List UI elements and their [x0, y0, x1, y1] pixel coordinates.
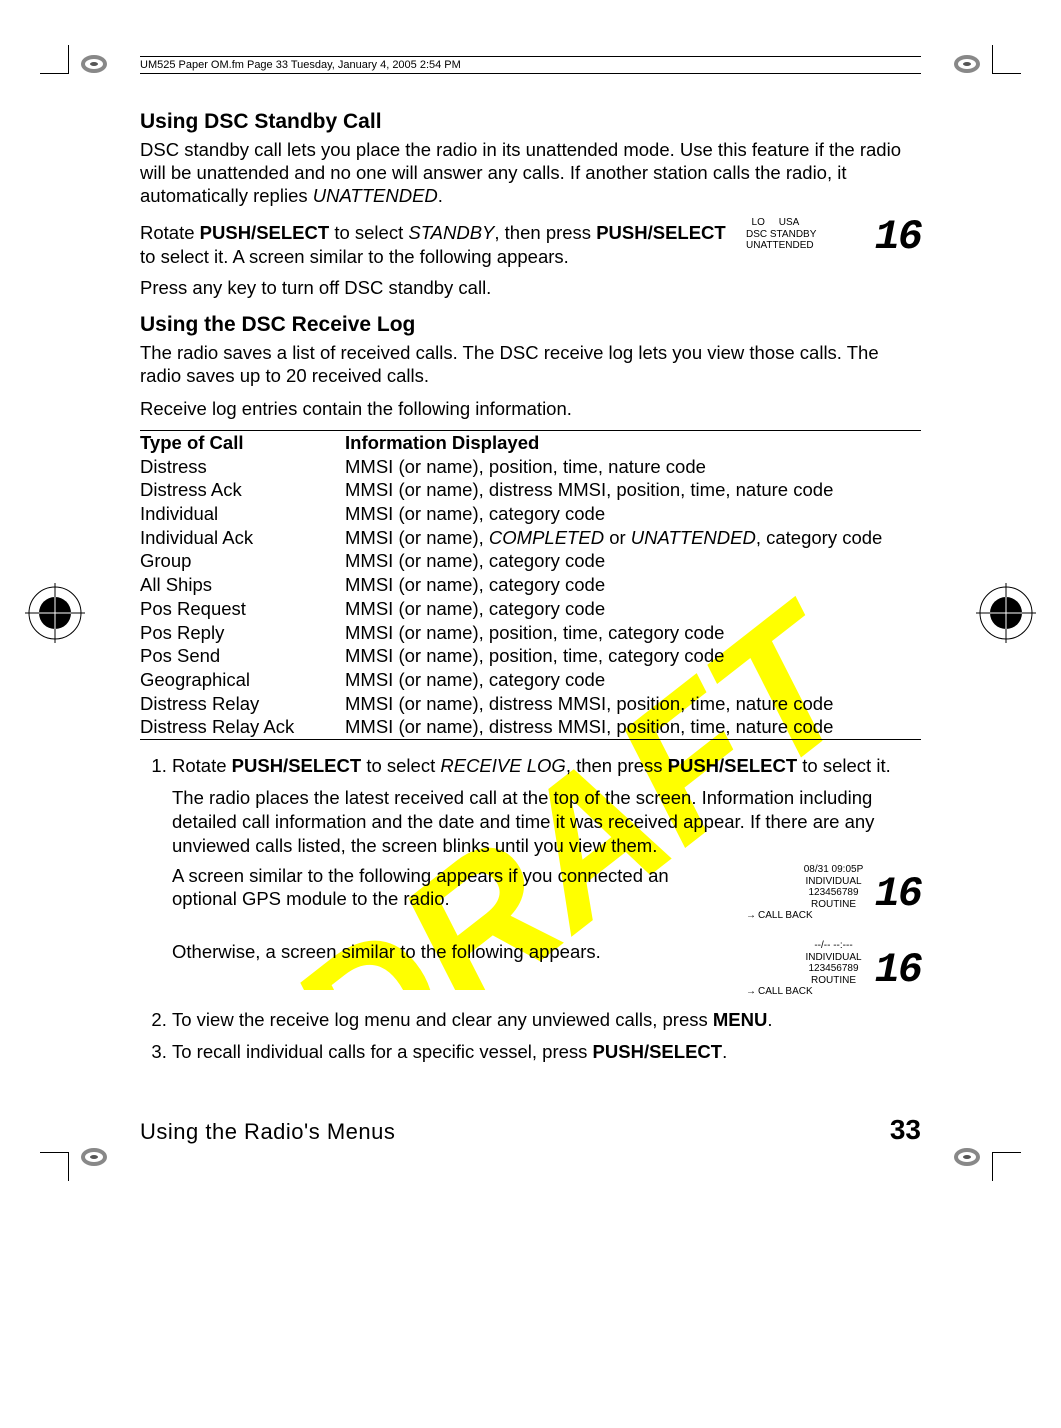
receive-para-1: The radio saves a list of received calls… — [140, 341, 921, 387]
standby-para-3: Press any key to turn off DSC standby ca… — [140, 276, 921, 299]
table-row: DistressMMSI (or name), position, time, … — [140, 455, 921, 479]
step-3: To recall individual calls for a specifi… — [172, 1040, 921, 1064]
registration-target-right — [976, 583, 1036, 643]
table-row: GroupMMSI (or name), category code — [140, 549, 921, 573]
ornament-bl — [80, 1145, 116, 1174]
table-row: Distress RelayMMSI (or name), distress M… — [140, 692, 921, 716]
step-1-sub2: A screen similar to the following appear… — [172, 864, 726, 910]
step-1: Rotate PUSH/SELECT to select RECEIVE LOG… — [172, 754, 921, 778]
lcd-standby: LO USA DSC STANDBY UNATTENDED 16 — [746, 217, 921, 252]
table-row: Pos ReplyMMSI (or name), position, time,… — [140, 621, 921, 645]
ornament-br — [945, 1145, 981, 1174]
step-2: To view the receive log menu and clear a… — [172, 1008, 921, 1032]
lcd-channel: 16 — [875, 213, 921, 261]
table-row: Distress AckMMSI (or name), distress MMS… — [140, 478, 921, 502]
standby-para-1: DSC standby call lets you place the radi… — [140, 138, 921, 207]
table-row: IndividualMMSI (or name), category code — [140, 502, 921, 526]
step-1-sub1: The radio places the latest received cal… — [172, 786, 921, 858]
header-tag: UM525 Paper OM.fm Page 33 Tuesday, Janua… — [140, 56, 921, 74]
ornament-tr — [945, 52, 981, 81]
section-title-receivelog: Using the DSC Receive Log — [140, 313, 921, 337]
arrow-icon: → — [746, 986, 758, 998]
table-row: Individual AckMMSI (or name), COMPLETED … — [140, 526, 921, 550]
receive-log-table: Type of Call Information Displayed Distr… — [140, 430, 921, 740]
page-number: 33 — [890, 1114, 921, 1146]
lcd-with-gps: 08/31 09:05P INDIVIDUAL 123456789 ROUTIN… — [746, 864, 921, 926]
lcd-without-gps: --/-- --:--- INDIVIDUAL 123456789 ROUTIN… — [746, 940, 921, 1002]
table-row: GeographicalMMSI (or name), category cod… — [140, 668, 921, 692]
ornament-tl — [80, 52, 116, 81]
step-1-sub3: Otherwise, a screen similar to the follo… — [172, 940, 726, 963]
arrow-icon: → — [746, 910, 758, 922]
table-header: Type of Call Information Displayed — [140, 431, 921, 455]
lcd-channel: 16 — [875, 946, 921, 994]
steps-list-cont: To view the receive log menu and clear a… — [140, 1008, 921, 1064]
table-row: Pos SendMMSI (or name), position, time, … — [140, 644, 921, 668]
table-row: Distress Relay AckMMSI (or name), distre… — [140, 715, 921, 739]
steps-list: Rotate PUSH/SELECT to select RECEIVE LOG… — [140, 754, 921, 778]
standby-para-2: Rotate PUSH/SELECT to select STANDBY, th… — [140, 221, 726, 267]
lcd-channel: 16 — [875, 870, 921, 918]
table-row: Pos RequestMMSI (or name), category code — [140, 597, 921, 621]
section-title-standby: Using DSC Standby Call — [140, 110, 921, 134]
table-row: All ShipsMMSI (or name), category code — [140, 573, 921, 597]
footer-title: Using the Radio's Menus — [140, 1119, 395, 1145]
receive-para-2: Receive log entries contain the followin… — [140, 397, 921, 420]
registration-target-left — [25, 583, 85, 643]
